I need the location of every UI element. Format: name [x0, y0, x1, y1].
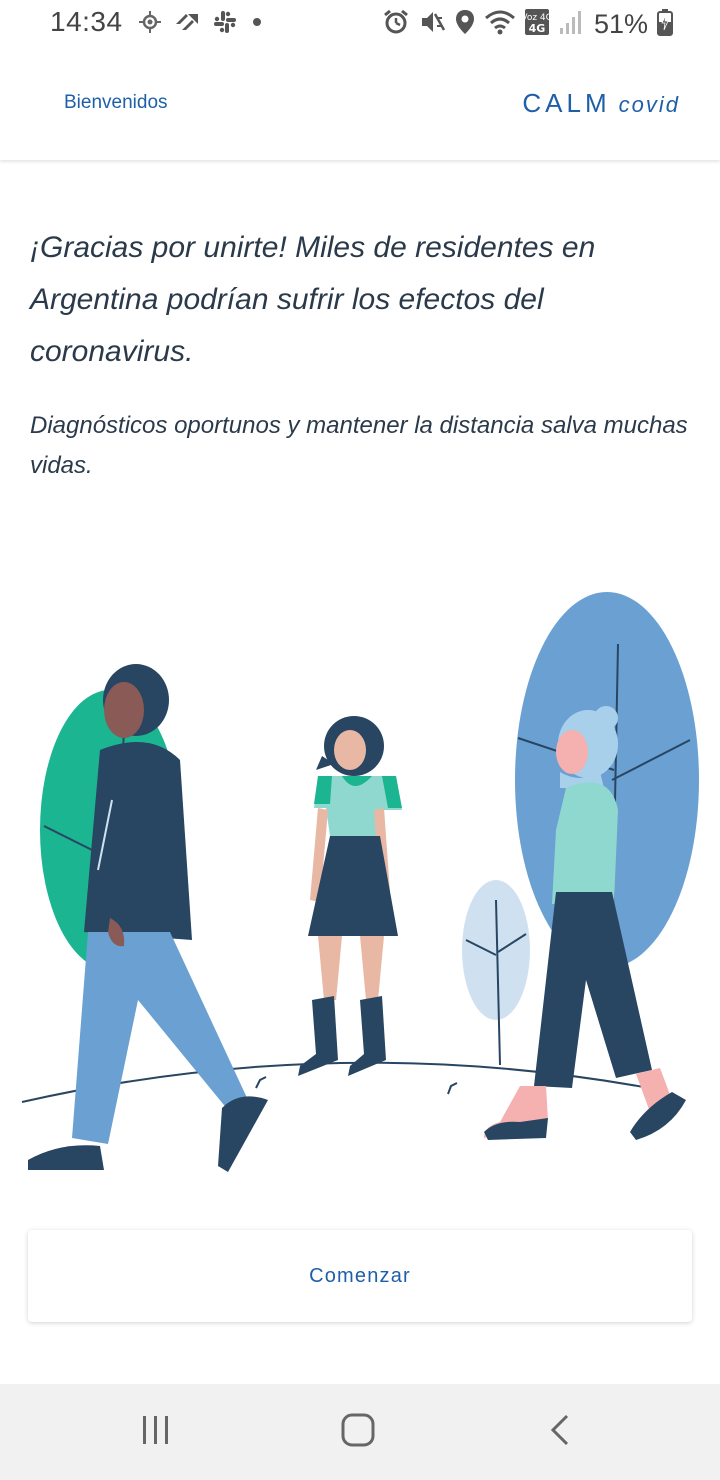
- woman-figure-icon: [298, 716, 402, 1076]
- location-pin-icon: [454, 8, 476, 41]
- status-time: 14:34: [50, 6, 123, 37]
- status-bar: 14:34 Voz 4G4G 51%: [0, 0, 720, 48]
- people-walking-illustration: [0, 560, 720, 1200]
- status-left-icons: [138, 10, 264, 38]
- home-button[interactable]: [328, 1412, 388, 1452]
- welcome-headline: ¡Gracias por unirte! Miles de residentes…: [30, 231, 596, 368]
- slack-icon: [212, 9, 238, 40]
- status-right-icons: Voz 4G4G 51%: [382, 8, 674, 40]
- welcome-subline: Diagnósticos oportunos y mantener la dis…: [30, 412, 688, 479]
- wifi-icon: [484, 8, 516, 41]
- jira-icon: [174, 10, 200, 39]
- brand-logo: CALM covid: [522, 88, 680, 119]
- system-nav-bar: [0, 1384, 720, 1480]
- battery-percentage: 51%: [593, 8, 648, 39]
- app-header: Bienvenidos CALM covid: [0, 48, 720, 160]
- pale-tree-icon: [462, 880, 530, 1066]
- recent-apps-icon: [140, 1414, 172, 1451]
- brand-main-text: CALM: [522, 88, 611, 118]
- back-button[interactable]: [530, 1412, 590, 1452]
- dot-icon: [250, 15, 264, 34]
- start-button[interactable]: Comenzar: [28, 1230, 692, 1322]
- brand-sub-text: covid: [618, 92, 680, 117]
- back-icon: [548, 1413, 572, 1452]
- recent-apps-button[interactable]: [126, 1412, 186, 1452]
- volte-4g-icon: Voz 4G4G: [521, 8, 553, 41]
- signal-icon: [558, 8, 582, 41]
- home-icon: [340, 1412, 376, 1453]
- alarm-icon: [382, 8, 410, 41]
- battery-charging-icon: [656, 8, 674, 41]
- location-target-icon: [138, 10, 162, 39]
- mute-vibrate-icon: [418, 8, 446, 41]
- svg-text:4G: 4G: [529, 22, 546, 35]
- page-title: Bienvenidos: [64, 92, 168, 113]
